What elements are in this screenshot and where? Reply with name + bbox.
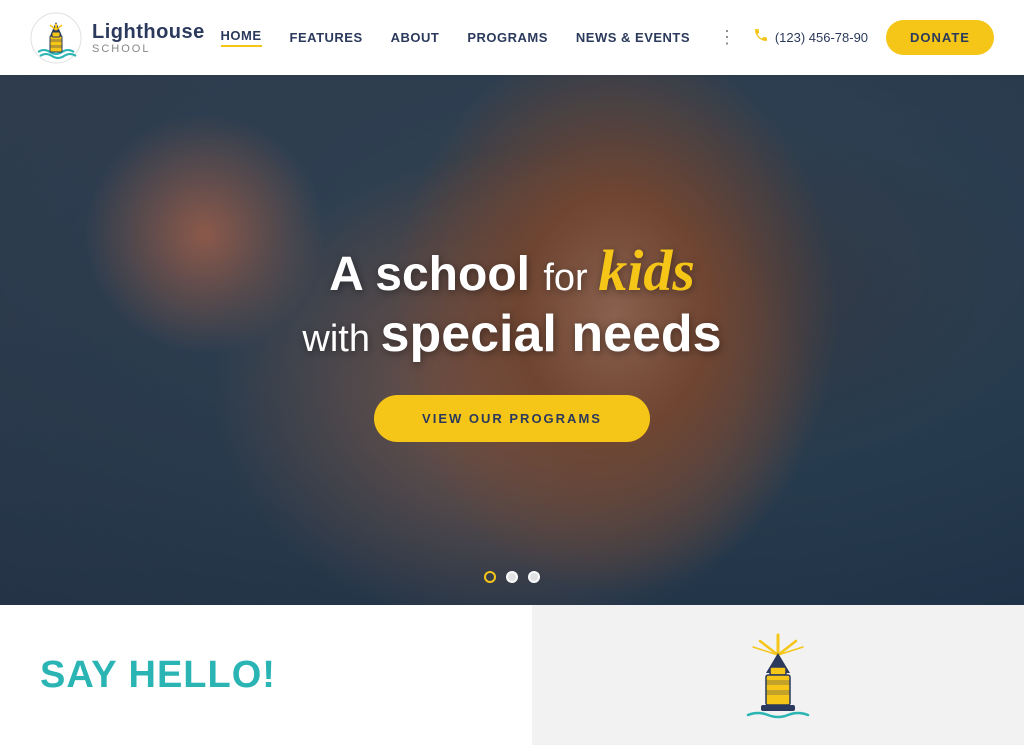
phone-area: (123) 456-78-90 <box>753 27 868 48</box>
hero-for-text: for <box>543 257 598 299</box>
hero-dot-2[interactable] <box>506 571 518 583</box>
logo-icon <box>30 12 82 64</box>
logo-text: Lighthouse SCHOOL <box>92 21 205 55</box>
nav-features[interactable]: FEATURES <box>290 30 363 45</box>
logo-name: Lighthouse <box>92 21 205 43</box>
say-hello-section: SAY HELLO! <box>0 605 532 745</box>
nav-news-events[interactable]: NEWS & EVENTS <box>576 30 690 45</box>
bottom-section: SAY HELLO! <box>0 605 1024 745</box>
hero-title-line1: A school for kids <box>302 238 721 305</box>
nav-programs[interactable]: PROGRAMS <box>467 30 548 45</box>
hero-carousel-dots <box>484 571 540 583</box>
say-hello-heading: SAY HELLO! <box>40 654 276 697</box>
donate-button[interactable]: DONATE <box>886 20 994 55</box>
hero-section: A school for kids with special needs VIE… <box>0 75 1024 605</box>
main-header: Lighthouse SCHOOL HOME FEATURES ABOUT PR… <box>0 0 1024 75</box>
hero-dot-1[interactable] <box>484 571 496 583</box>
logo[interactable]: Lighthouse SCHOOL <box>30 12 205 64</box>
nav-about[interactable]: ABOUT <box>391 30 440 45</box>
hero-dot-3[interactable] <box>528 571 540 583</box>
nav-more-icon[interactable]: ⋮ <box>718 27 737 48</box>
header-right: (123) 456-78-90 DONATE <box>753 20 994 55</box>
hero-content: A school for kids with special needs VIE… <box>302 238 721 441</box>
lighthouse-svg-large <box>728 625 828 725</box>
hero-school-text: A school <box>329 248 530 301</box>
phone-number: (123) 456-78-90 <box>775 30 868 45</box>
hero-kids-text: kids <box>598 238 695 303</box>
hero-with-text: with <box>302 318 380 360</box>
lighthouse-icon-section <box>532 605 1024 745</box>
main-nav: HOME FEATURES ABOUT PROGRAMS NEWS & EVEN… <box>221 27 738 48</box>
lighthouse-large-icon <box>728 625 828 725</box>
nav-home[interactable]: HOME <box>221 28 262 47</box>
logo-subtitle: SCHOOL <box>92 43 205 55</box>
phone-icon <box>753 27 769 48</box>
hero-title-line2: with special needs <box>302 305 721 365</box>
hero-background: A school for kids with special needs VIE… <box>0 75 1024 605</box>
hero-cta-button[interactable]: VIEW OUR PROGRAMS <box>374 395 650 442</box>
hero-special-text: special needs <box>381 305 722 363</box>
